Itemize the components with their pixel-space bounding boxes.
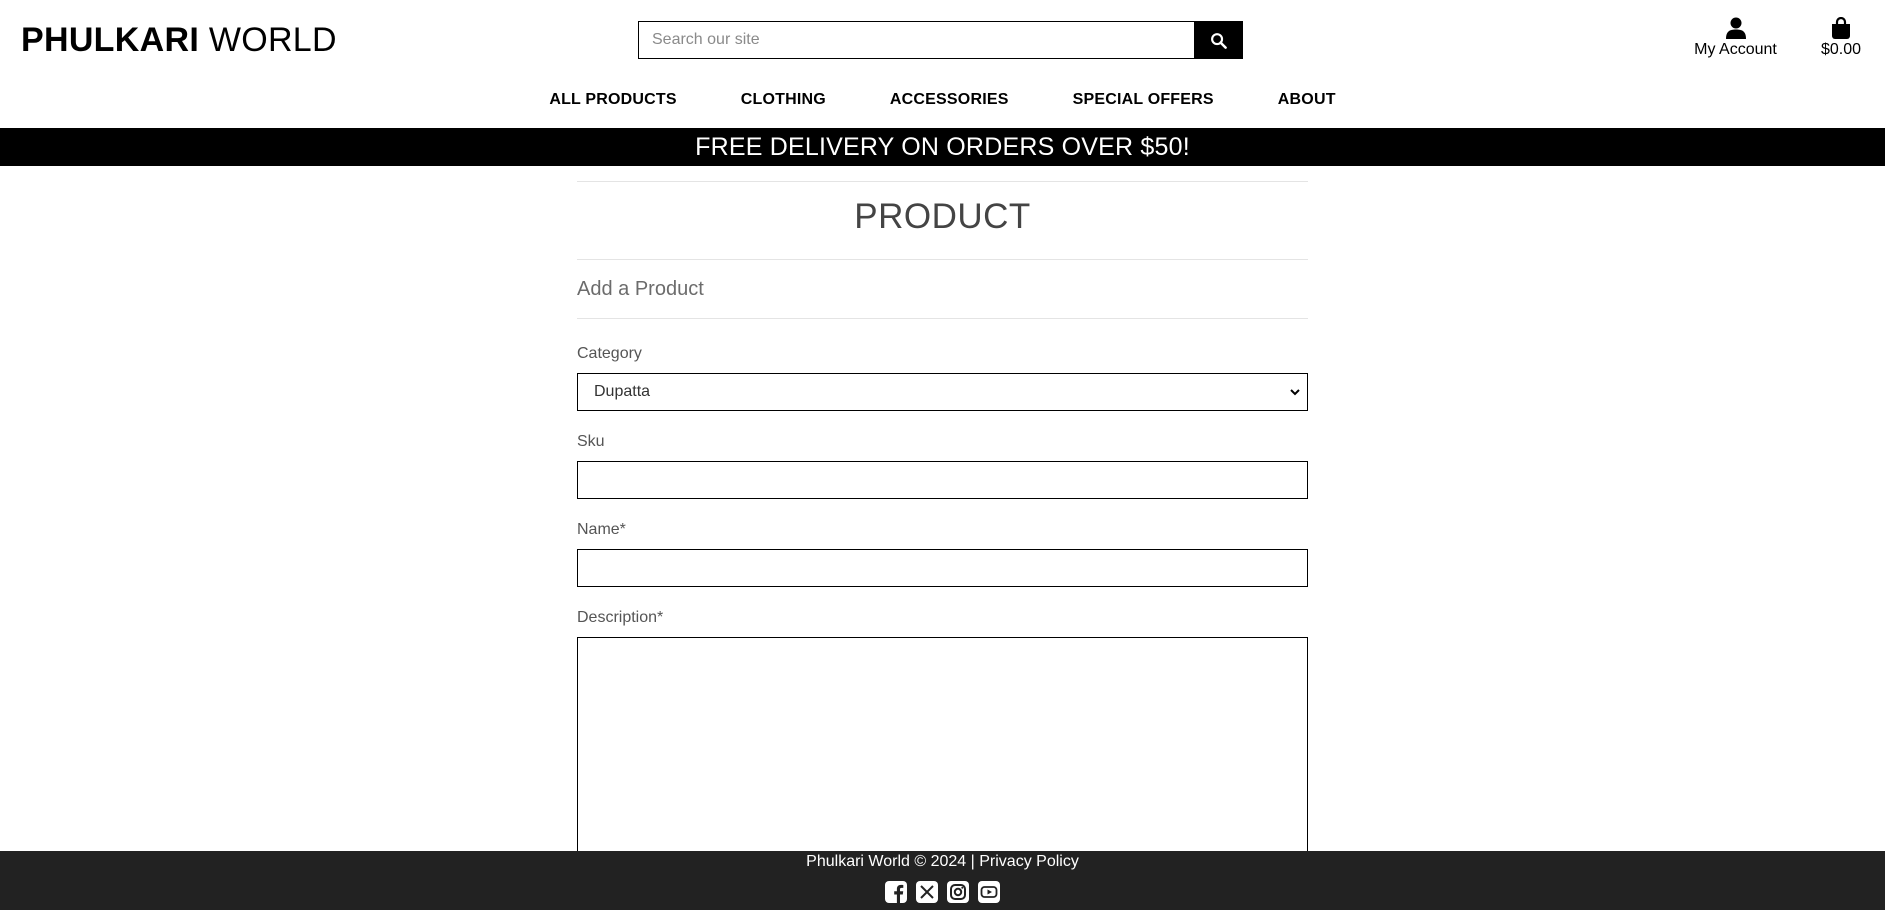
search-button[interactable] — [1194, 21, 1243, 59]
logo-light: WORLD — [208, 21, 337, 59]
description-group: Description* — [577, 605, 1308, 872]
category-select[interactable]: Dupatta — [577, 373, 1308, 411]
section-title: Add a Product — [577, 278, 704, 300]
category-selected-value: Dupatta — [594, 383, 651, 400]
privacy-policy-link[interactable]: Privacy Policy — [979, 853, 1079, 870]
delivery-banner: FREE DELIVERY ON ORDERS OVER $50! — [0, 128, 1885, 166]
user-icon — [1725, 17, 1746, 39]
sku-field[interactable] — [577, 461, 1308, 499]
my-account-label: My Account — [1694, 41, 1777, 58]
category-label: Category — [577, 345, 642, 362]
nav-item-all-products[interactable]: ALL PRODUCTS — [517, 88, 708, 112]
chevron-down-icon — [1290, 389, 1300, 396]
footer-copyright: Phulkari World © 2024 | — [806, 853, 975, 870]
description-field[interactable] — [577, 637, 1308, 867]
youtube-icon[interactable] — [978, 881, 1000, 903]
social-links — [0, 881, 1885, 903]
site-footer: Phulkari World © 2024 | Privacy Policy — [0, 851, 1885, 910]
search-bar — [638, 21, 1243, 59]
footer-text: Phulkari World © 2024 | Privacy Policy — [0, 851, 1885, 873]
main-nav: ALL PRODUCTS CLOTHING ACCESSORIES SPECIA… — [0, 88, 1885, 112]
facebook-icon[interactable] — [885, 881, 907, 903]
site-logo[interactable]: PHULKARI WORLD — [21, 18, 337, 62]
nav-item-about[interactable]: ABOUT — [1246, 88, 1368, 112]
search-input[interactable] — [638, 21, 1194, 59]
logo-strong: PHULKARI — [21, 21, 200, 59]
my-account-link[interactable]: My Account — [1688, 17, 1783, 59]
description-label: Description* — [577, 609, 664, 626]
nav-item-special-offers[interactable]: SPECIAL OFFERS — [1041, 88, 1246, 112]
search-icon — [1211, 32, 1227, 49]
instagram-icon[interactable] — [947, 881, 969, 903]
category-group: Category Dupatta — [577, 341, 1308, 411]
nav-item-accessories[interactable]: ACCESSORIES — [858, 88, 1041, 112]
nav-item-clothing[interactable]: CLOTHING — [709, 88, 858, 112]
name-group: Name* — [577, 517, 1308, 587]
shopping-bag-icon — [1832, 16, 1850, 39]
x-twitter-icon[interactable] — [916, 881, 938, 903]
name-label: Name* — [577, 521, 626, 538]
sku-group: Sku — [577, 429, 1308, 499]
name-field[interactable] — [577, 549, 1308, 587]
main-content: PRODUCT Add a Product Category Dupatta S… — [577, 166, 1308, 872]
page-title: PRODUCT — [854, 197, 1031, 236]
cart-link[interactable]: $0.00 — [1816, 16, 1866, 59]
sku-label: Sku — [577, 433, 605, 450]
site-header: PHULKARI WORLD My Account $0.00 — [0, 0, 1885, 128]
cart-amount: $0.00 — [1820, 41, 1862, 58]
